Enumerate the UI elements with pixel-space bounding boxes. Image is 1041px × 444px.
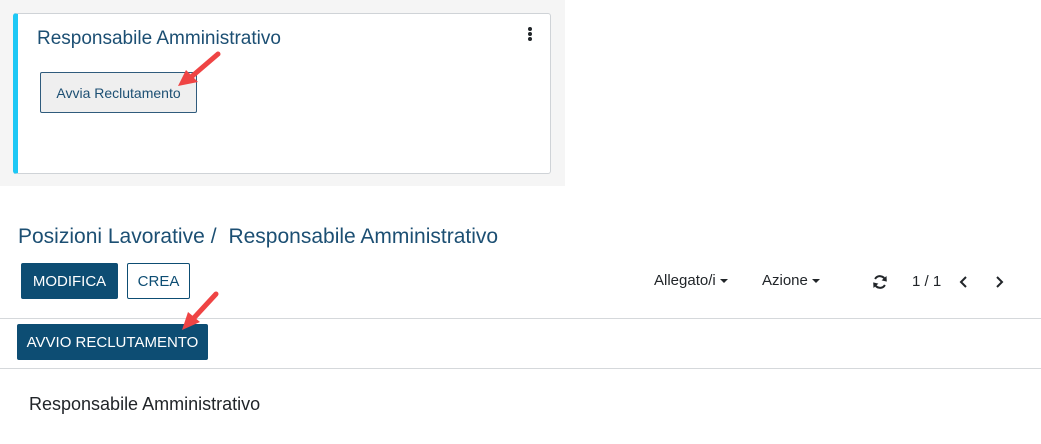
attachments-dropdown[interactable]: Allegato/i bbox=[654, 272, 728, 289]
kanban-panel: Responsabile Amministrativo Avvia Reclut… bbox=[0, 0, 565, 186]
breadcrumb-parent-link[interactable]: Posizioni Lavorative bbox=[18, 225, 205, 248]
chevron-right-icon[interactable] bbox=[992, 275, 1006, 289]
chevron-left-icon[interactable] bbox=[957, 275, 971, 289]
divider bbox=[0, 318, 1041, 319]
edit-button[interactable]: MODIFICA bbox=[21, 263, 118, 299]
caret-down-icon bbox=[811, 278, 820, 283]
card-title: Responsabile Amministrativo bbox=[37, 28, 281, 49]
record-name-field: Responsabile Amministrativo bbox=[29, 394, 261, 414]
breadcrumb-separator: / bbox=[210, 225, 217, 248]
more-vertical-icon[interactable] bbox=[527, 27, 533, 41]
pager-value[interactable]: 1 / 1 bbox=[912, 273, 941, 290]
attachments-label: Allegato/i bbox=[654, 272, 716, 289]
breadcrumb-current: Responsabile Amministrativo bbox=[228, 225, 499, 248]
action-label: Azione bbox=[762, 272, 808, 289]
caret-down-icon bbox=[719, 278, 728, 283]
kanban-card[interactable]: Responsabile Amministrativo Avvia Reclut… bbox=[13, 13, 551, 174]
refresh-icon[interactable] bbox=[872, 274, 888, 290]
action-dropdown[interactable]: Azione bbox=[762, 272, 820, 289]
annotation-arrow-icon bbox=[178, 51, 221, 86]
divider bbox=[0, 368, 1041, 369]
annotation-arrow-icon bbox=[182, 291, 219, 330]
breadcrumb: Posizioni Lavorative / Responsabile Ammin… bbox=[18, 225, 498, 249]
